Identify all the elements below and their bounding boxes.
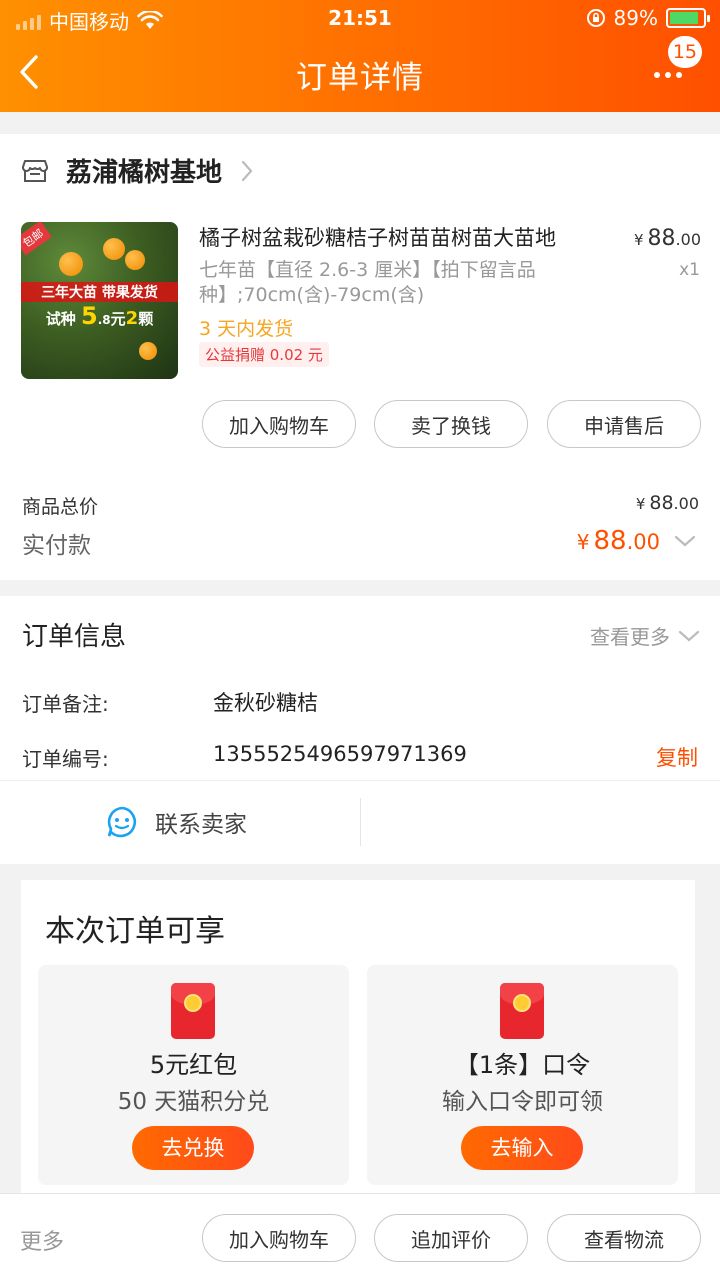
shop-name: 荔浦橘树基地 [66,158,223,188]
chat-face-icon [107,806,137,838]
shop-row[interactable]: 荔浦橘树基地 [22,152,254,189]
product-quantity: x1 [679,260,700,280]
add-review-button[interactable]: 追加评价 [374,1214,528,1262]
add-to-cart-button[interactable]: 加入购物车 [202,400,356,448]
see-more-link[interactable]: 查看更多 [590,621,700,650]
status-bar: 中国移动 21:51 89% [0,0,720,36]
total-price-label: 商品总价 [22,496,99,518]
battery-icon [666,8,710,28]
rotation-lock-icon [586,9,605,27]
paid-label: 实付款 [22,533,91,559]
battery-percent: 89% [613,6,658,30]
enter-code-button[interactable]: 去输入 [461,1126,583,1170]
coupon-card: 5元红包 50 天猫积分兑 去兑换 [38,965,349,1185]
after-sale-button[interactable]: 申请售后 [547,400,701,448]
more-dots-icon [654,72,682,78]
contact-seller-button[interactable]: 联系卖家 [105,805,247,839]
store-icon [22,159,48,182]
sell-button[interactable]: 卖了换钱 [374,400,528,448]
battery-fill [670,12,699,24]
status-right: 89% [586,6,710,30]
coupon-subtitle: 50 天猫积分兑 [117,1089,270,1115]
image-banner-text: 三年大苗 带果发货 [21,282,178,302]
image-price-text: 试种 5.8元2颗 [45,302,154,330]
order-number-value: 1355525496597971369 [213,742,467,766]
vertical-divider [360,798,361,846]
coupon-title: 5元红包 [149,1051,238,1079]
chevron-right-icon [241,160,253,181]
divider [0,780,720,781]
red-envelope-icon [171,983,215,1039]
chevron-down-icon [678,630,700,641]
product-price: ¥88.00 [634,226,701,251]
product-title[interactable]: 橘子树盆栽砂糖桔子树苗苗树苗大苗地 [199,222,599,252]
more-menu-button[interactable]: 15 [652,36,702,94]
redeem-button[interactable]: 去兑换 [132,1126,254,1170]
remark-label: 订单备注: [22,692,109,716]
copy-button[interactable]: 复制 [656,742,698,772]
red-envelope-icon [500,983,544,1039]
coupon-subtitle: 输入口令即可领 [442,1089,603,1115]
order-info-title: 订单信息 [22,622,127,652]
message-count-badge: 15 [667,36,702,68]
chevron-down-icon [674,535,696,547]
remark-value: 金秋砂糖桔 [213,691,318,715]
total-price-value: ¥88.00 [635,492,699,514]
coupon-title: 【1条】口令 [454,1051,591,1079]
shipping-time: 3 天内发货 [199,318,294,340]
free-shipping-tag: 包邮 [21,222,52,256]
benefits-title: 本次订单可享 [45,914,225,949]
view-logistics-button[interactable]: 查看物流 [547,1214,701,1262]
app-header: 中国移动 21:51 89% 订单详情 15 [0,0,720,112]
product-image[interactable]: 包邮 三年大苗 带果发货 试种 5.8元2颗 [21,222,178,379]
page-title: 订单详情 [296,60,424,96]
bottom-action-bar: 更多 加入购物车 追加评价 查看物流 [0,1193,720,1280]
order-number-label: 订单编号: [22,747,109,771]
coupon-card: 【1条】口令 输入口令即可领 去输入 [367,965,678,1185]
more-link[interactable]: 更多 [20,1224,64,1256]
benefits-section: 本次订单可享 5元红包 50 天猫积分兑 去兑换 【1条】口令 输入口令即可领 … [21,880,695,1200]
order-item-card: 荔浦橘树基地 包邮 三年大苗 带果发货 试种 5.8元2颗 橘子树盆栽砂糖桔子树… [0,134,720,580]
bottom-add-to-cart-button[interactable]: 加入购物车 [202,1214,356,1262]
product-spec: 七年苗【直径 2.6-3 厘米】【拍下留言品种】;70cm(含)-79cm(含) [199,259,536,306]
paid-amount[interactable]: ¥88.00 [577,526,696,556]
donation-badge: 公益捐赠 0.02 元 [199,342,329,367]
